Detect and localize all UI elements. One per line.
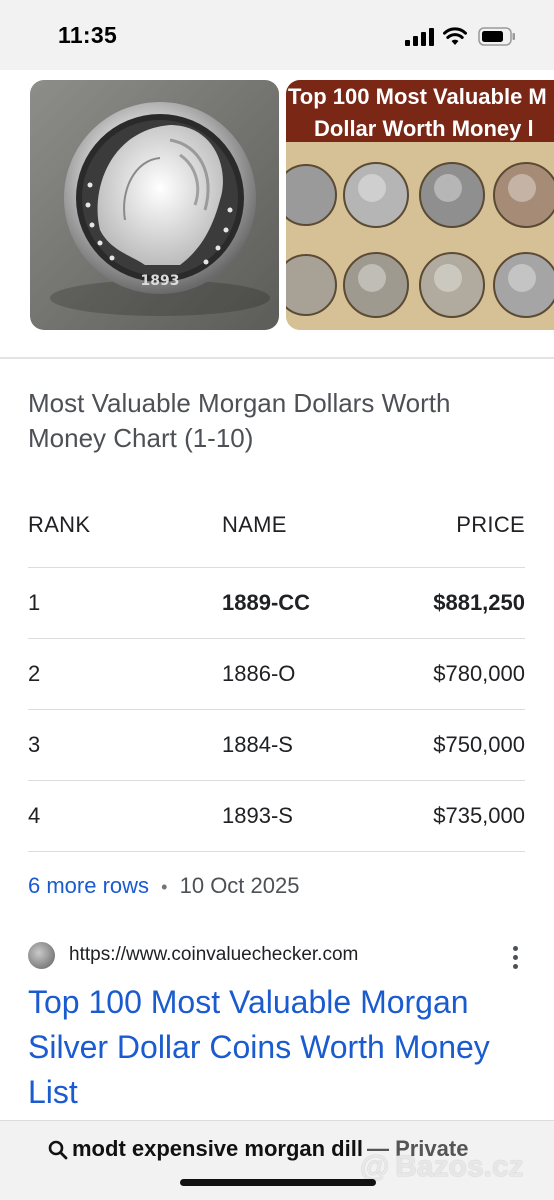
- table-row: 2 1886-O $780,000: [28, 639, 525, 710]
- separator-dot: •: [161, 877, 168, 897]
- section-divider: [0, 357, 554, 359]
- value-table: RANK NAME PRICE 1 1889-CC $881,250 2 188…: [28, 490, 525, 852]
- table-row: 1 1889-CC $881,250: [28, 568, 525, 639]
- row-rank: 2: [28, 661, 41, 686]
- svg-text:Top 100 Most Valuable M: Top 100 Most Valuable M: [288, 84, 547, 109]
- row-name: 1893-S: [222, 803, 293, 828]
- table-row: 3 1884-S $750,000: [28, 710, 525, 781]
- row-price: $735,000: [433, 803, 525, 828]
- row-rank: 3: [28, 732, 41, 757]
- image-results-strip: 1893 Top 100 Most Valuable M Dollar Wort…: [0, 80, 554, 330]
- result-title-link[interactable]: Top 100 Most Valuable Morgan Silver Doll…: [28, 980, 538, 1115]
- svg-text:1893: 1893: [141, 273, 180, 289]
- more-options-icon[interactable]: [508, 946, 522, 972]
- more-rows-line: 6 more rows • 10 Oct 2025: [28, 873, 299, 899]
- table-date: 10 Oct 2025: [179, 873, 300, 898]
- row-name: 1886-O: [222, 661, 296, 686]
- header-rank: RANK: [28, 512, 91, 537]
- top-100-coins-banner-image[interactable]: Top 100 Most Valuable M Dollar Worth Mon…: [286, 80, 554, 330]
- home-indicator[interactable]: [180, 1179, 376, 1186]
- watermark-logo: @ Bazos.cz: [360, 1150, 524, 1183]
- row-name: 1889-CC: [222, 590, 311, 615]
- row-name: 1884-S: [222, 732, 293, 757]
- more-rows-link[interactable]: 6 more rows: [28, 873, 149, 898]
- row-price: $750,000: [433, 732, 525, 757]
- cellular-signal-icon: [405, 28, 434, 46]
- search-icon: [48, 1140, 68, 1160]
- status-time: 11:35: [58, 22, 118, 48]
- morgan-dollar-coin-image[interactable]: 1893: [30, 80, 279, 330]
- battery-icon: [478, 27, 515, 46]
- result-url[interactable]: https://www.coinvaluechecker.com: [69, 944, 358, 966]
- query-text: modt expensive morgan dill: [72, 1136, 363, 1161]
- svg-text:Dollar Worth Money l: Dollar Worth Money l: [314, 116, 534, 141]
- table-header: RANK NAME PRICE: [28, 490, 525, 568]
- table-row: 4 1893-S $735,000: [28, 781, 525, 852]
- site-favicon-icon: [28, 942, 55, 969]
- header-name: NAME: [222, 512, 287, 537]
- chart-title: Most Valuable Morgan Dollars Worth Money…: [28, 388, 451, 453]
- row-rank: 4: [28, 803, 41, 828]
- header-price: PRICE: [456, 512, 525, 537]
- row-rank: 1: [28, 590, 41, 615]
- row-price: $780,000: [433, 661, 525, 686]
- wifi-icon: [443, 27, 467, 45]
- status-bar: 11:35: [0, 0, 554, 70]
- row-price: $881,250: [433, 590, 525, 615]
